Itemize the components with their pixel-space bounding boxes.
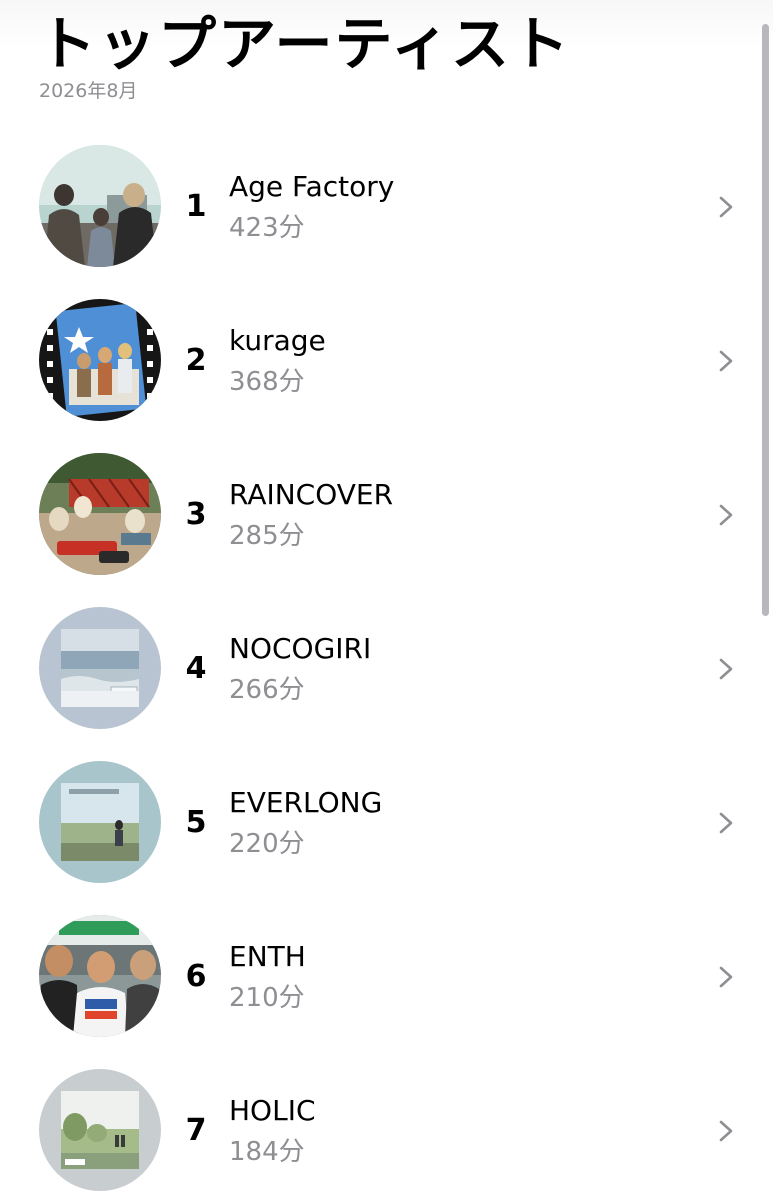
chevron-right-icon [719,350,733,372]
chevron-right-icon [719,504,733,526]
artist-avatar-green-album-icon [39,1069,161,1191]
artist-name: Age Factory [229,170,395,203]
artist-row[interactable]: 1 Age Factory 423分 [0,145,773,273]
artist-minutes: 368分 [229,367,305,397]
artist-avatar-field-album-icon [39,761,161,883]
artist-avatar-band-photo-icon [39,145,161,267]
chevron-right-icon [719,812,733,834]
artist-row[interactable]: 7 HOLIC 184分 [0,1069,773,1197]
artist-minutes: 220分 [229,829,305,859]
period-label: 2026年8月 [39,80,138,102]
chevron-right-icon [719,658,733,680]
chevron-right-icon [719,966,733,988]
artist-minutes: 423分 [229,213,305,243]
artist-row[interactable]: 6 ENTH 210分 [0,915,773,1043]
artist-minutes: 210分 [229,983,305,1013]
chevron-right-icon [719,196,733,218]
artist-name: ENTH [229,940,306,973]
artist-name: HOLIC [229,1094,316,1127]
artist-avatar-film-strip-photo-icon [39,299,161,421]
artist-name: kurage [229,324,326,357]
artist-avatar-band-station-photo-icon [39,915,161,1037]
artist-avatar-toy-train-photo-icon [39,453,161,575]
artist-row[interactable]: 3 RAINCOVER 285分 [0,453,773,581]
artist-rank: 2 [185,343,207,378]
chevron-right-icon [719,1120,733,1142]
top-artists-screen: トップアーティスト 2026年8月 1 Age Factory 423分 2 k… [0,0,773,1200]
artist-row[interactable]: 5 EVERLONG 220分 [0,761,773,889]
page-title: トップアーティスト [38,10,572,78]
artist-name: EVERLONG [229,786,383,819]
artist-name: RAINCOVER [229,478,394,511]
artist-minutes: 266分 [229,675,305,705]
artist-row[interactable]: 2 kurage 368分 [0,299,773,427]
artist-minutes: 184分 [229,1137,305,1167]
header: トップアーティスト 2026年8月 [0,0,773,120]
artist-rank: 7 [185,1113,207,1148]
artist-rank: 3 [185,497,207,532]
artist-row[interactable]: 4 NOCOGIRI 266分 [0,607,773,735]
artist-avatar-sea-album-icon [39,607,161,729]
artist-name: NOCOGIRI [229,632,372,665]
artist-rank: 5 [185,805,207,840]
artist-minutes: 285分 [229,521,305,551]
artist-rank: 6 [185,959,207,994]
artist-rank: 1 [185,189,207,224]
artist-rank: 4 [185,651,207,686]
